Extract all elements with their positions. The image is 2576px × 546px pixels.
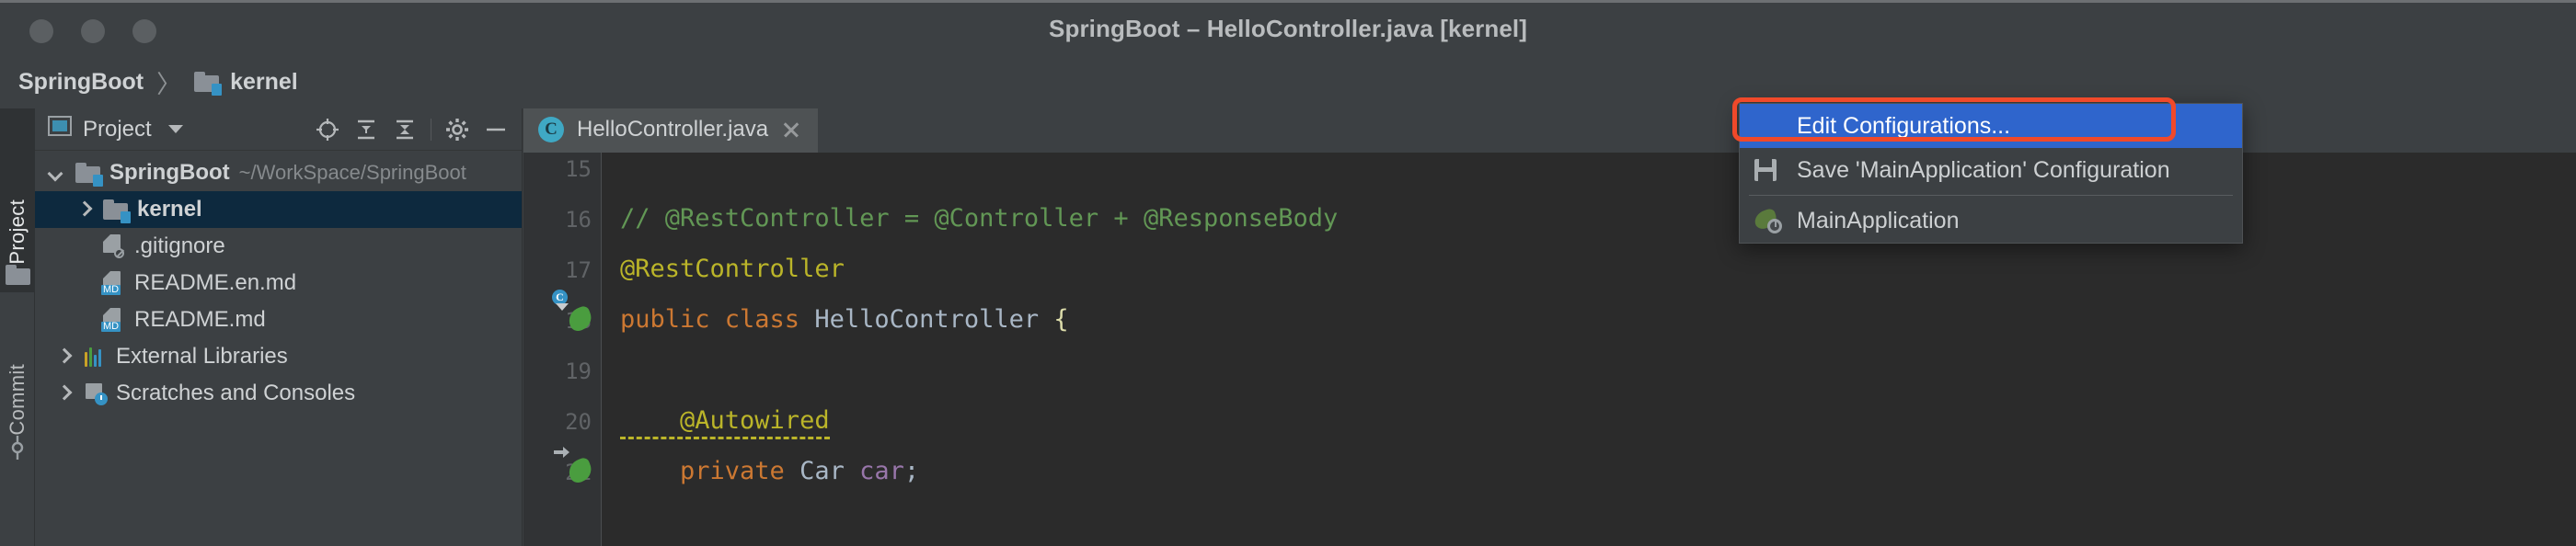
- project-panel-header: Project: [35, 108, 522, 151]
- project-view-icon: [48, 116, 72, 142]
- sidebar-item-commit[interactable]: Commit: [0, 298, 35, 472]
- tree-item-scratches-and-consoles[interactable]: Scratches and Consoles: [35, 375, 522, 412]
- tree-item-readme[interactable]: MD README.md: [35, 301, 522, 338]
- code-token-type: HelloController: [814, 305, 1054, 334]
- gear-icon[interactable]: [439, 111, 476, 148]
- spring-bean-icon[interactable]: C: [552, 290, 595, 335]
- code-token-semicolon: ;: [903, 457, 920, 485]
- chevron-right-icon[interactable]: [55, 348, 72, 365]
- code-token-brace: {: [1053, 305, 1069, 334]
- tree-item-label: kernel: [137, 197, 202, 222]
- chevron-down-icon: [167, 125, 183, 133]
- breadcrumb-label: SpringBoot: [18, 68, 144, 95]
- project-panel-title: Project: [83, 116, 152, 142]
- scratches-icon: [85, 382, 108, 405]
- java-class-icon: C: [538, 116, 564, 142]
- tree-item-springboot[interactable]: SpringBoot ~/WorkSpace/SpringBoot: [35, 154, 522, 191]
- breadcrumb: SpringBoot 〉 kernel: [18, 55, 298, 108]
- breadcrumb-label: kernel: [230, 68, 298, 95]
- tree-item-readme-en[interactable]: MD README.en.md: [35, 265, 522, 301]
- module-folder-icon: [194, 72, 223, 96]
- code-editor[interactable]: 15 16 17 18 19 20 21 C // @RestContr: [523, 153, 2576, 546]
- line-number: 20: [565, 409, 592, 435]
- menu-item-label: Save 'MainApplication' Configuration: [1797, 156, 2170, 183]
- editor-tab-bar: C HelloController.java: [523, 108, 2576, 153]
- collapse-all-icon[interactable]: [386, 111, 423, 148]
- menu-item-label: Edit Configurations...: [1797, 112, 2011, 139]
- folder-icon: [5, 265, 30, 285]
- code-token-keyword: private: [620, 457, 800, 485]
- code-token-annotation: @Autowired: [620, 406, 830, 439]
- tree-item-label: .gitignore: [134, 233, 225, 258]
- code-line-17: @RestController: [620, 255, 845, 283]
- project-tool-window: Project SpringBoot ~/WorkSpace/SpringBoo…: [35, 108, 523, 546]
- line-number: 15: [565, 156, 592, 182]
- markdown-file-icon: MD: [101, 271, 123, 295]
- line-number: 17: [565, 257, 592, 283]
- menu-item-label: MainApplication: [1797, 207, 1960, 233]
- breadcrumb-item-springboot[interactable]: SpringBoot: [18, 69, 144, 96]
- breadcrumb-separator: 〉: [156, 70, 182, 98]
- tree-item-path: ~/WorkSpace/SpringBoot: [238, 161, 466, 184]
- chevron-right-icon[interactable]: [55, 385, 72, 402]
- libraries-icon: [85, 347, 107, 367]
- tree-item-label: README.en.md: [134, 270, 297, 295]
- expand-all-icon[interactable]: [348, 111, 385, 148]
- markdown-file-icon: MD: [101, 308, 123, 332]
- spring-navigate-icon[interactable]: [554, 447, 595, 486]
- line-number: 16: [565, 207, 592, 233]
- tree-item-label: External Libraries: [116, 344, 288, 369]
- tool-strip-label: Commit: [6, 364, 29, 436]
- chevron-right-icon[interactable]: [75, 201, 92, 218]
- tab-hellocontroller-java[interactable]: C HelloController.java: [523, 108, 819, 153]
- project-view-selector[interactable]: Project: [48, 116, 183, 142]
- navigation-bar: SpringBoot 〉 kernel: [0, 55, 2576, 155]
- code-token-type: Car: [799, 457, 860, 485]
- sidebar-item-project[interactable]: Project: [0, 108, 35, 292]
- line-number: 19: [565, 358, 592, 384]
- close-icon[interactable]: [781, 119, 801, 140]
- editor-area: C HelloController.java 15 16 17 18 19 20…: [523, 108, 2576, 546]
- tree-item-gitignore[interactable]: .gitignore: [35, 228, 522, 265]
- code-token-field: car: [859, 457, 904, 485]
- project-tree: SpringBoot ~/WorkSpace/SpringBoot kernel…: [35, 151, 522, 412]
- save-floppy-icon: [1754, 158, 1782, 182]
- breadcrumb-item-kernel[interactable]: kernel: [194, 69, 298, 96]
- module-folder-icon: [103, 199, 131, 223]
- minus-icon[interactable]: [477, 111, 514, 148]
- module-folder-icon: [75, 163, 103, 187]
- menu-item-edit-configurations[interactable]: Edit Configurations...: [1740, 104, 2242, 148]
- menu-item-mainapplication[interactable]: MainApplication: [1740, 199, 2242, 243]
- run-configuration-dropdown-menu[interactable]: Edit Configurations... Save 'MainApplica…: [1739, 103, 2243, 244]
- code-line-20: @Autowired: [620, 406, 830, 439]
- spring-leaf-icon: [1752, 207, 1782, 233]
- code-line-21: private Car car;: [620, 457, 919, 485]
- code-line-18: public class HelloController {: [620, 305, 1069, 334]
- menu-item-no-icon: [1754, 114, 1782, 138]
- window-title: SpringBoot – HelloController.java [kerne…: [1049, 15, 1527, 42]
- editor-gutter[interactable]: 15 16 17 18 19 20 21 C: [523, 153, 602, 546]
- commit-branch-icon: [7, 436, 28, 465]
- gitignore-file-icon: [101, 234, 124, 258]
- left-tool-window-strip: Project Commit: [0, 108, 35, 546]
- editor-tab-label: HelloController.java: [577, 116, 769, 142]
- title-bar: SpringBoot – HelloController.java [kerne…: [0, 0, 2576, 55]
- chevron-down-icon[interactable]: [48, 165, 64, 181]
- crosshair-target-icon[interactable]: [309, 111, 346, 148]
- tree-item-external-libraries[interactable]: External Libraries: [35, 338, 522, 375]
- tree-item-label: README.md: [134, 307, 266, 332]
- project-panel-actions: [309, 111, 514, 148]
- menu-separator: [1749, 195, 2233, 196]
- tree-item-kernel[interactable]: kernel: [35, 191, 522, 228]
- tool-strip-label: Project: [6, 199, 29, 265]
- tree-item-label: SpringBoot: [109, 160, 230, 185]
- menu-item-save-configuration[interactable]: Save 'MainApplication' Configuration: [1740, 148, 2242, 192]
- ide-window: SpringBoot – HelloController.java [kerne…: [0, 0, 2576, 546]
- code-line-16: // @RestController = @Controller + @Resp…: [620, 204, 1339, 233]
- code-token-keyword: public class: [620, 305, 815, 334]
- tree-item-label: Scratches and Consoles: [116, 381, 356, 405]
